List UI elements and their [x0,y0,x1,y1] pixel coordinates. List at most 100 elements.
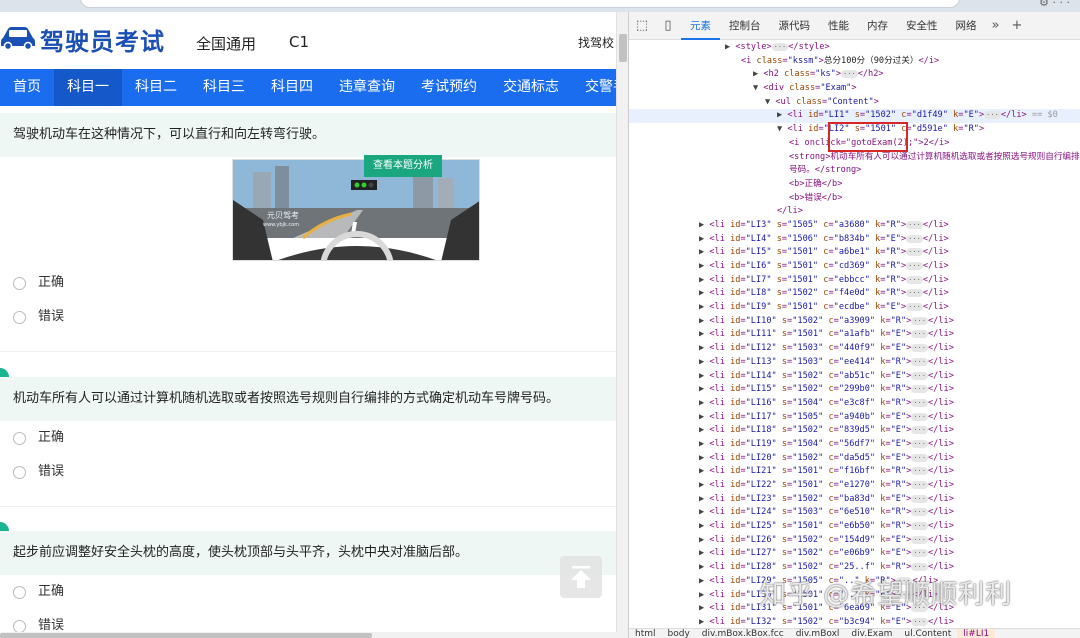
dom-node[interactable]: ▶ <li id="LI10" s="1502" c="a3909" k="R"… [629,315,1080,329]
devtools-tab[interactable]: 源代码 [770,12,820,40]
dom-node[interactable]: ▶ <li id="LI21" s="1501" c="f16bf" k="R"… [629,465,1080,479]
dom-node[interactable]: </li> [629,205,1080,219]
back-to-top-button[interactable] [560,556,602,598]
dom-node[interactable]: ▶ <li id="LI7" s="1501" c="ebbcc" k="R">… [629,274,1080,288]
divider [0,506,616,507]
dom-node[interactable]: ▶ <li id="LI27" s="1502" c="e06b9" k="E"… [629,547,1080,561]
dom-node[interactable]: ▶ <li id="LI4" s="1506" c="b834b" k="E">… [629,233,1080,247]
breadcrumb-item[interactable]: ul.Content [898,629,957,638]
highlight-box [828,122,908,152]
dom-node[interactable]: ▶ <li id="LI18" s="1502" c="839d5" k="E"… [629,424,1080,438]
find-school-link[interactable]: 找驾校 [578,34,614,51]
radio-icon[interactable] [13,311,26,324]
dom-node[interactable]: ▶ <li id="LI25" s="1501" c="e6b50" k="R"… [629,520,1080,534]
dom-breadcrumb: html body div.mBox.kBox.fcc div.mBoxl div.Ex… [629,628,1080,638]
breadcrumb-item[interactable]: body [662,629,696,638]
dom-node[interactable]: ▶ <li id="LI14" s="1502" c="ab51c" k="E"… [629,370,1080,384]
breadcrumb-item[interactable]: html [629,629,662,638]
devtools-tab[interactable]: 网络 [947,12,986,40]
dom-node[interactable]: ▶ <li id="LI19" s="1504" c="56df7" k="E"… [629,438,1080,452]
dom-node[interactable]: <b>错误</b> [629,192,1080,206]
dom-node[interactable]: ▶ <li id="LI28" s="1502" c="25..f" k="R"… [629,561,1080,575]
license-type[interactable]: C1 [289,33,309,51]
radio-icon[interactable] [13,432,26,445]
option-false[interactable]: 错误 [0,300,616,334]
dom-node[interactable]: ▶ <h2 class="ks"> ··· </h2> [629,68,1080,82]
radio-icon[interactable] [13,586,26,599]
option-true[interactable]: 正确 [0,421,616,455]
nav-item[interactable]: 科目一 [54,69,122,106]
dom-node[interactable]: ▶ <li id="LI8" s="1502" c="f4e0d" k="R">… [629,287,1080,301]
region-selector[interactable]: 全国通用 [196,33,256,54]
dom-node[interactable]: ▶ <li id="LI20" s="1502" c="da5d5" k="E"… [629,452,1080,466]
nav-item[interactable]: 交警手 [572,69,616,106]
dom-node[interactable]: ▶ <style> ··· </style> [629,41,1080,55]
dom-node[interactable]: ▶ <li id="LI24" s="1503" c="6e510" k="R"… [629,506,1080,520]
add-tab-icon[interactable]: + [1005,18,1028,33]
dom-node[interactable]: ▶ <li id="LI26" s="1502" c="154d9" k="E"… [629,534,1080,548]
option-false[interactable]: 错误 [0,609,616,632]
road-scene-image: 元贝驾考 www.ybjk.com [233,160,479,260]
dom-node[interactable]: ▶ <li id="LI3" s="1505" c="a3680" k="R">… [629,219,1080,233]
dom-node[interactable]: 号码。</strong> [629,164,1080,178]
dom-node[interactable]: ▶ <li id="LI23" s="1502" c="ba83d" k="E"… [629,493,1080,507]
dom-node[interactable]: ▶ <li id="LI6" s="1501" c="cd369" k="R">… [629,260,1080,274]
device-toggle-icon[interactable]: ▯ [655,12,681,40]
dom-node[interactable]: <i class="kssm">总分100分（90分过关）</i> [629,55,1080,69]
breadcrumb-item[interactable]: div.mBoxl [790,629,846,638]
dom-node[interactable]: ▼ <div class="Exam"> [629,82,1080,96]
scrollbar-thumb[interactable] [0,633,372,638]
nav-item[interactable]: 科目二 [122,69,190,106]
dom-node[interactable]: ▶ <li id="LI11" s="1501" c="a1afb" k="E"… [629,328,1080,342]
radio-icon[interactable] [13,466,26,479]
option-label: 正确 [38,275,65,290]
nav-item[interactable]: 首页 [0,69,54,106]
option-false[interactable]: 错误 [0,455,616,489]
option-true[interactable]: 正确 [0,266,616,300]
devtools-tab[interactable]: 元素 [681,12,720,40]
option-true[interactable]: 正确 [0,575,616,609]
dom-node[interactable]: <b>正确</b> [629,178,1080,192]
address-bar[interactable] [80,0,960,8]
devtools-tab[interactable]: 内存 [858,12,897,40]
question-text: 起步前应调整好安全头枕的高度，使头枕顶部与头平齐，头枕中央对准脑后部。 [0,531,616,575]
dom-node[interactable]: ▶ <li id="LI17" s="1505" c="a940b" k="E"… [629,411,1080,425]
breadcrumb-item[interactable]: div.Exam [845,629,898,638]
dom-node[interactable]: <strong>机动车所有人可以通过计算机随机选取或者按照选号规则自行编排的 [629,151,1080,165]
site-title[interactable]: 驾驶员考试 [40,22,165,57]
page-horizontal-scrollbar[interactable] [0,632,628,638]
option-label: 正确 [38,584,65,599]
dom-node[interactable]: ▶ <li id="LI15" s="1502" c="299b0" k="R"… [629,383,1080,397]
dom-node[interactable]: ▶ <li id="LI16" s="1504" c="e3c8f" k="R"… [629,397,1080,411]
nav-item[interactable]: 违章查询 [326,69,408,106]
inspect-icon[interactable]: ⬚ [629,12,655,40]
devtools-tab[interactable]: 性能 [819,12,858,40]
page-vertical-scrollbar[interactable] [616,12,628,632]
browser-toolbar: ⚙ · · · [0,0,1080,12]
dom-node[interactable]: ▶ <li id="LI9" s="1501" c="ecdbe" k="E">… [629,301,1080,315]
dom-node[interactable]: ▼ <ul class="Content"> [629,96,1080,110]
question-3: 起步前应调整好安全头枕的高度，使头枕顶部与头平齐，头枕中央对准脑后部。 正确 错… [0,531,616,632]
browser-menu-icon[interactable]: ⚙ · · · [1039,0,1070,9]
radio-icon[interactable] [13,620,26,632]
dom-node[interactable]: ▶ <li id="LI22" s="1501" c="e1270" k="R"… [629,479,1080,493]
devtools-tab[interactable]: 控制台 [720,12,770,40]
breadcrumb-item[interactable]: div.mBox.kBox.fcc [696,629,790,638]
breadcrumb-item[interactable]: li#LI1 [957,629,996,638]
dom-node[interactable]: ▶ <li id="LI5" s="1501" c="a6be1" k="R">… [629,246,1080,260]
dom-node[interactable]: ▶ <li id="LI13" s="1503" c="ee414" k="R"… [629,356,1080,370]
devtools-tab[interactable]: 安全性 [897,12,947,40]
dom-node[interactable]: ▶ <li id="LI32" s="1502" c="b3c94" k="E"… [629,616,1080,628]
nav-item[interactable]: 科目三 [190,69,258,106]
nav-item[interactable]: 考试预约 [408,69,490,106]
view-analysis-button[interactable]: 查看本题分析 [364,155,442,177]
question-text: 机动车所有人可以通过计算机随机选取或者按照选号规则自行编排的方式确定机动车号牌号… [0,377,616,421]
scrollbar-thumb[interactable] [619,34,627,62]
radio-icon[interactable] [13,277,26,290]
dom-node[interactable]: ▶ <li id="LI12" s="1503" c="440f9" k="E"… [629,342,1080,356]
more-tabs-icon[interactable]: » [986,18,1006,33]
nav-item[interactable]: 科目四 [258,69,326,106]
site-header: 驾驶员考试 全国通用 C1 找驾校 [0,12,616,69]
question-1-options: 正确 错误 [0,266,616,334]
nav-item[interactable]: 交通标志 [490,69,572,106]
